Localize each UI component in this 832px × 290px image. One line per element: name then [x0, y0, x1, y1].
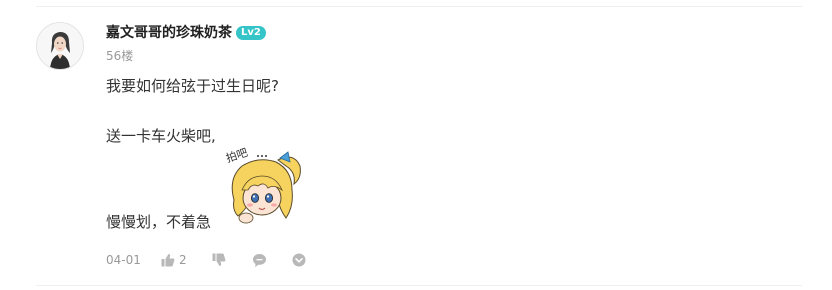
comment-text-line-1: 我要如何给弦于过生日呢? — [106, 77, 279, 95]
post-date: 04-01 — [106, 253, 141, 267]
reply-icon — [253, 253, 266, 267]
level-badge: Lv2 — [236, 26, 266, 40]
floor-number: 56楼 — [106, 49, 134, 63]
comment-text-line-2: 送一卡车火柴吧, — [106, 127, 216, 145]
username[interactable]: 嘉文哥哥的珍珠奶茶 — [106, 24, 232, 42]
avatar[interactable] — [36, 22, 84, 70]
dislike-icon — [212, 253, 226, 266]
comment-text-line-3: 慢慢划，不着急 — [106, 213, 212, 231]
like-button[interactable]: 2 — [161, 250, 187, 270]
chevron-down-icon — [292, 253, 306, 267]
avatar-image — [37, 23, 83, 69]
like-count: 2 — [179, 253, 187, 267]
more-button[interactable] — [292, 250, 306, 270]
reply-button[interactable] — [252, 250, 267, 270]
dislike-button[interactable] — [212, 250, 226, 270]
top-divider — [36, 6, 802, 7]
bottom-divider — [36, 285, 802, 286]
like-icon — [161, 254, 175, 267]
